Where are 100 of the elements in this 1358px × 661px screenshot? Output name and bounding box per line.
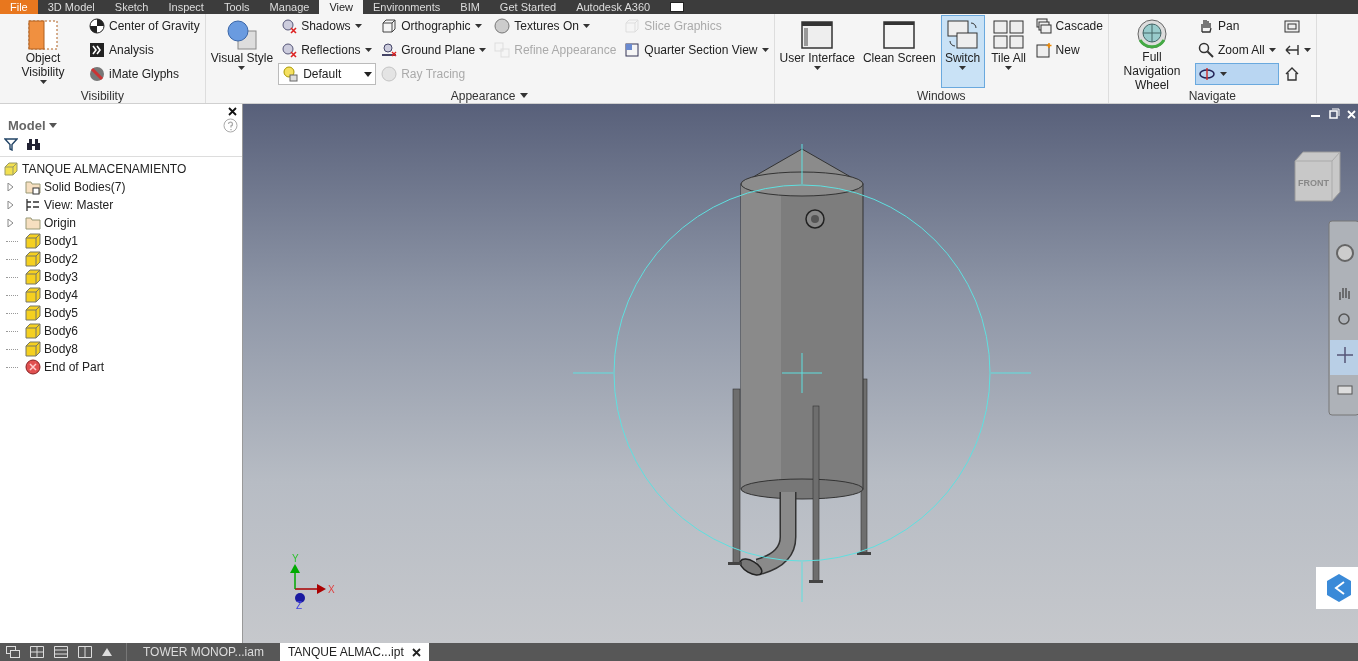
menu-tab[interactable]: Inspect	[158, 0, 214, 14]
tree-item[interactable]: Solid Bodies(7)	[44, 180, 126, 194]
panel-title[interactable]: Navigate	[1184, 88, 1240, 103]
tree-item[interactable]: Body2	[44, 252, 79, 266]
ribbon-button[interactable]: Switch	[940, 15, 985, 88]
tree-item[interactable]: Body1	[44, 234, 79, 248]
ribbon-button[interactable]: User Interface	[776, 15, 858, 88]
caret-icon	[1005, 66, 1013, 70]
expand-arrow-icon[interactable]	[6, 201, 14, 209]
menu-tab[interactable]: 3D Model	[37, 0, 105, 14]
ribbon-button[interactable]: Quarter Section View	[621, 39, 772, 61]
menu-tab[interactable]: Environments	[363, 0, 451, 14]
box-icon	[27, 18, 59, 51]
ribbon-button[interactable]: iMate Glyphs	[86, 63, 203, 85]
caret-icon	[364, 48, 372, 52]
tree-item[interactable]: Body5	[44, 306, 79, 320]
ribbon-button[interactable]: Textures On	[491, 15, 620, 37]
up-arrow-icon[interactable]	[102, 648, 112, 656]
zoom-icon	[1197, 42, 1214, 58]
share-button[interactable]	[1316, 567, 1358, 609]
menu-tab[interactable]: Get Started	[489, 0, 567, 14]
ground-plane-icon	[381, 42, 398, 58]
tree-item[interactable]: Body4	[44, 288, 79, 302]
panel-title[interactable]: Appearance	[446, 88, 533, 103]
expand-arrow-icon[interactable]	[6, 183, 14, 191]
navigation-bar[interactable]	[1328, 220, 1358, 416]
caret-icon	[48, 123, 57, 128]
cube-icon	[25, 269, 41, 285]
sphere-cube-icon	[225, 18, 258, 51]
ribbon-button[interactable]: Reflections	[278, 39, 377, 61]
caret-icon	[238, 66, 246, 70]
ribbon-button[interactable]: Clean Screen	[859, 15, 939, 88]
panel-title[interactable]: Windows	[912, 88, 970, 103]
binoculars-icon[interactable]	[26, 138, 41, 151]
caret-icon	[582, 24, 590, 28]
cascade-windows-icon[interactable]	[6, 646, 20, 658]
ribbon-button[interactable]: Visual Style	[207, 15, 277, 88]
crossed-sphere-icon	[281, 18, 298, 34]
menu-tab[interactable]: Manage	[259, 0, 320, 14]
close-icon[interactable]	[411, 647, 421, 657]
caret-icon	[959, 66, 967, 70]
switch-windows-icon	[946, 18, 979, 51]
caret-icon	[520, 93, 529, 98]
cube-icon	[624, 18, 641, 34]
ribbon-button[interactable]: Object Visibility	[2, 15, 84, 88]
menu-tab[interactable]: Sketch	[104, 0, 159, 14]
folder-icon	[25, 179, 41, 195]
style-select[interactable]: Default	[278, 63, 377, 85]
tree-item[interactable]: View: Master	[44, 198, 114, 212]
stop-icon	[25, 359, 41, 375]
restore-icon[interactable]	[1329, 108, 1340, 119]
tree-item[interactable]: TANQUE ALMACENAMIENTO	[22, 162, 187, 176]
caret-icon	[1219, 72, 1227, 76]
sphere-icon	[494, 18, 511, 34]
document-tab[interactable]: TOWER MONOP...iam	[135, 643, 272, 661]
view-cube[interactable]	[1294, 151, 1341, 202]
browser-title-menu[interactable]: Model	[5, 118, 60, 133]
expand-arrow-icon[interactable]	[6, 219, 14, 227]
tree-item[interactable]: Body3	[44, 270, 79, 284]
ribbon-button[interactable]: Pan	[1194, 15, 1279, 37]
cascade-windows-icon	[1035, 18, 1052, 34]
ribbon-button[interactable]: Tile All	[986, 15, 1031, 88]
home-icon	[1283, 66, 1300, 82]
cube-icon	[25, 341, 41, 357]
caret-icon	[354, 24, 362, 28]
ribbon-button[interactable]: Shadows	[278, 15, 377, 37]
slashed-circle-icon	[89, 66, 105, 82]
tree-item[interactable]: Origin	[44, 216, 76, 230]
menu-tab[interactable]: View	[319, 0, 364, 14]
menu-tab[interactable]: Tools	[213, 0, 260, 14]
tile-windows-icon[interactable]	[30, 646, 44, 658]
close-icon[interactable]	[228, 107, 237, 116]
axis-triad-drawing	[290, 564, 326, 603]
ribbon-button[interactable]: New	[1032, 39, 1106, 61]
tree-item[interactable]: End of Part	[44, 360, 105, 374]
ribbon-button[interactable]: Zoom All	[1194, 39, 1279, 61]
tile-vertical-icon[interactable]	[78, 646, 92, 658]
document-tab[interactable]: TANQUE ALMAC...ipt	[279, 643, 429, 661]
panel-title[interactable]: Visibility	[76, 88, 128, 103]
view-cube-label: FRONT	[1298, 178, 1329, 188]
caret-icon	[1303, 48, 1311, 52]
window-icon[interactable]	[670, 2, 685, 12]
ribbon-button[interactable]: Ground Plane	[378, 39, 490, 61]
orbit-circle[interactable]	[613, 184, 991, 562]
ribbon-button[interactable]	[1194, 63, 1279, 85]
tile-horizontal-icon[interactable]	[54, 646, 68, 658]
ribbon-button[interactable]: Full Navigation Wheel	[1110, 15, 1193, 88]
view-icon	[1283, 18, 1300, 34]
menu-tab[interactable]: BIM	[450, 0, 490, 14]
caret-icon	[479, 48, 487, 52]
tree-item[interactable]: Body6	[44, 324, 79, 338]
caret-icon	[39, 80, 47, 84]
menu-tab[interactable]: Autodesk A360	[566, 0, 661, 14]
ribbon-button[interactable]: Center of Gravity	[86, 15, 203, 37]
minimize-icon[interactable]	[1310, 115, 1321, 117]
ribbon-button[interactable]: Cascade	[1032, 15, 1106, 37]
tree-item[interactable]: Body8	[44, 342, 79, 356]
ribbon-button[interactable]: Orthographic	[378, 15, 490, 37]
ribbon-button[interactable]: Analysis	[86, 39, 203, 61]
filter-icon[interactable]	[4, 138, 18, 151]
